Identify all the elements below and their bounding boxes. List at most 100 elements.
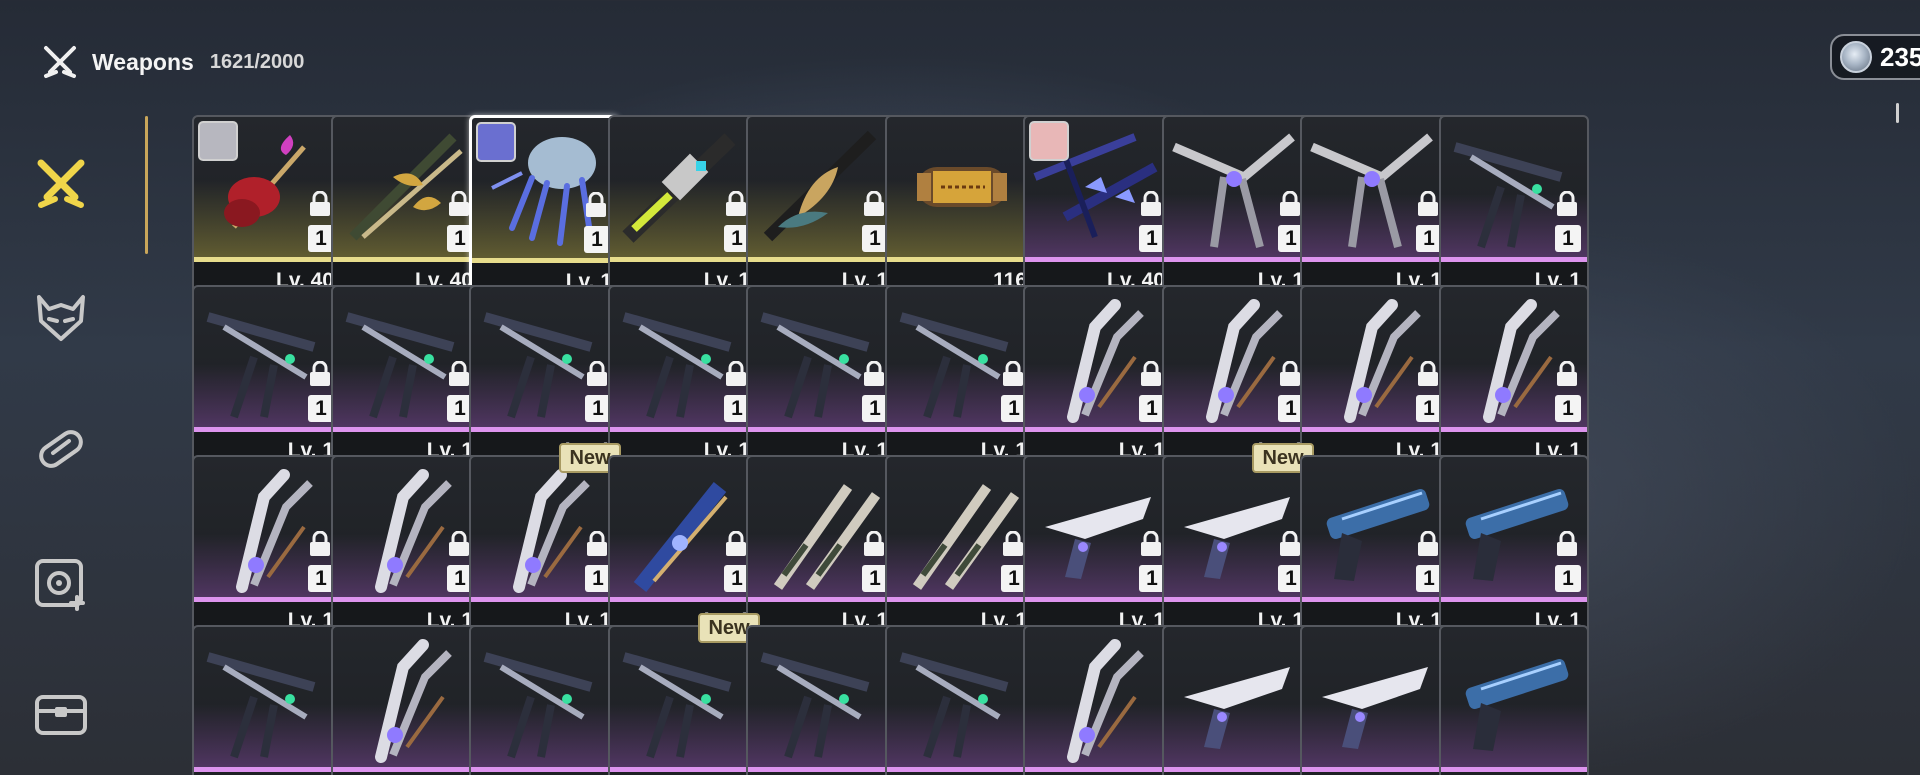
weapon-card[interactable]: 1Lv. 1 [1439,285,1589,469]
scrollbar[interactable] [1896,103,1899,123]
weapon-card[interactable]: 1Lv. 1 [331,455,481,639]
demon-mask-icon [37,295,85,341]
weapon-art [610,627,756,767]
weapon-card[interactable]: 1Lv. 1 [331,285,481,469]
crossed-swords-icon [38,40,82,84]
weapon-card[interactable]: 1Lv. 1 [608,285,758,469]
weapon-card[interactable]: 1Lv. 1 [746,455,896,639]
lock-icon[interactable] [308,190,332,217]
lock-icon[interactable] [862,360,886,387]
rarity-bar [1025,767,1171,772]
weapon-card[interactable] [331,625,481,775]
weapon-art [887,627,1033,767]
rank-badge: 1 [1555,225,1581,252]
lock-icon[interactable] [1278,190,1302,217]
coin-icon [1840,41,1872,73]
weapon-card[interactable]: 1Lv. 1 [1439,115,1589,299]
weapon-art [194,627,340,767]
sidebar-item-chest[interactable] [22,674,100,752]
capsule-icon [39,430,83,468]
lock-icon[interactable] [308,360,332,387]
weapon-card[interactable]: 1 Lv. 40 [331,115,481,299]
lock-icon[interactable] [1416,530,1440,557]
weapon-card[interactable]: 1Lv. 1 [746,285,896,469]
lock-icon[interactable] [447,190,471,217]
weapon-card[interactable]: 1Lv. 1 [1300,115,1450,299]
weapon-card[interactable] [746,625,896,775]
lock-icon[interactable] [584,191,608,218]
weapon-card[interactable] [1162,625,1312,775]
weapon-card[interactable] [192,625,342,775]
item-card[interactable]: 116 [885,115,1035,299]
weapon-card[interactable] [1439,625,1589,775]
lock-icon[interactable] [447,360,471,387]
weapon-card[interactable] [608,625,758,775]
lock-icon[interactable] [585,360,609,387]
rarity-bar [1302,767,1448,772]
weapon-card[interactable]: 1Lv. 1 [192,455,342,639]
lock-icon[interactable] [1555,530,1579,557]
lock-icon[interactable] [447,530,471,557]
lock-icon[interactable] [1001,530,1025,557]
lock-icon[interactable] [1278,530,1302,557]
lock-icon[interactable] [724,190,748,217]
sidebar-item-resonance[interactable] [22,544,100,622]
lock-icon[interactable] [1139,360,1163,387]
weapon-card[interactable]: 1Lv. 1 [1162,115,1312,299]
rarity-bar [1441,767,1587,772]
lock-icon[interactable] [1555,360,1579,387]
rank-badge: 1 [584,226,610,253]
weapon-card[interactable]: 1Lv. 1 [1300,285,1450,469]
lock-icon[interactable] [1139,190,1163,217]
weapon-card[interactable]: 1Lv. 1 [1300,455,1450,639]
inventory-header: Weapons 1621/2000 [38,38,304,86]
rarity-bar [610,767,756,772]
equipped-character-avatar [198,121,238,161]
lock-icon[interactable] [862,190,886,217]
lock-icon[interactable] [308,530,332,557]
weapon-art [333,627,479,767]
weapon-art [887,117,1033,257]
weapon-card[interactable]: 1Lv. 1 [885,455,1035,639]
weapon-card[interactable] [885,625,1035,775]
lock-icon[interactable] [724,530,748,557]
lock-icon[interactable] [724,360,748,387]
lock-icon[interactable] [862,530,886,557]
weapon-card[interactable]: 1Lv. 1 [608,455,758,639]
weapon-card[interactable]: 1Lv. 1 [608,115,758,299]
weapon-card[interactable]: 1Lv. 1 [1162,285,1312,469]
currency-amount: 235 [1880,41,1920,72]
weapon-count: 1621/2000 [209,50,305,73]
lock-icon[interactable] [1278,360,1302,387]
weapon-card[interactable]: 1Lv. 1 [1162,455,1312,639]
lock-icon[interactable] [1416,190,1440,217]
weapon-art [748,627,894,767]
lock-icon[interactable] [585,530,609,557]
lock-icon[interactable] [1416,360,1440,387]
currency-display[interactable]: 235 [1830,34,1920,80]
weapon-card[interactable]: 1 Lv. 40 [192,115,342,299]
weapon-art [1441,627,1587,767]
weapon-card[interactable]: 1Lv. 1 [192,285,342,469]
weapon-card[interactable]: 1Lv. 1 [1023,455,1173,639]
rarity-bar [748,767,894,772]
weapon-card[interactable]: 1Lv. 1 [885,285,1035,469]
weapon-card[interactable] [1023,625,1173,775]
sidebar-item-weapons[interactable] [22,144,100,222]
page-title: Weapons [92,48,194,75]
weapon-card[interactable]: 1Lv. 1 [1023,285,1173,469]
sidebar-item-materials[interactable] [22,410,100,488]
weapon-card[interactable] [469,625,619,775]
lock-icon[interactable] [1001,360,1025,387]
weapon-card[interactable]: 1 Lv. 40 [1023,115,1173,299]
sidebar-item-echoes[interactable] [22,278,100,356]
weapon-card[interactable]: 1Lv. 1 [469,115,619,299]
lock-icon[interactable] [1139,530,1163,557]
rank-badge: 1 [1555,565,1581,592]
weapon-card[interactable]: 1Lv. 1 [469,285,619,469]
weapon-card[interactable]: 1Lv. 1 [469,455,619,639]
weapon-card[interactable]: 1Lv. 1 [1439,455,1589,639]
lock-icon[interactable] [1555,190,1579,217]
weapon-card[interactable] [1300,625,1450,775]
weapon-card[interactable]: 1Lv. 1 [746,115,896,299]
